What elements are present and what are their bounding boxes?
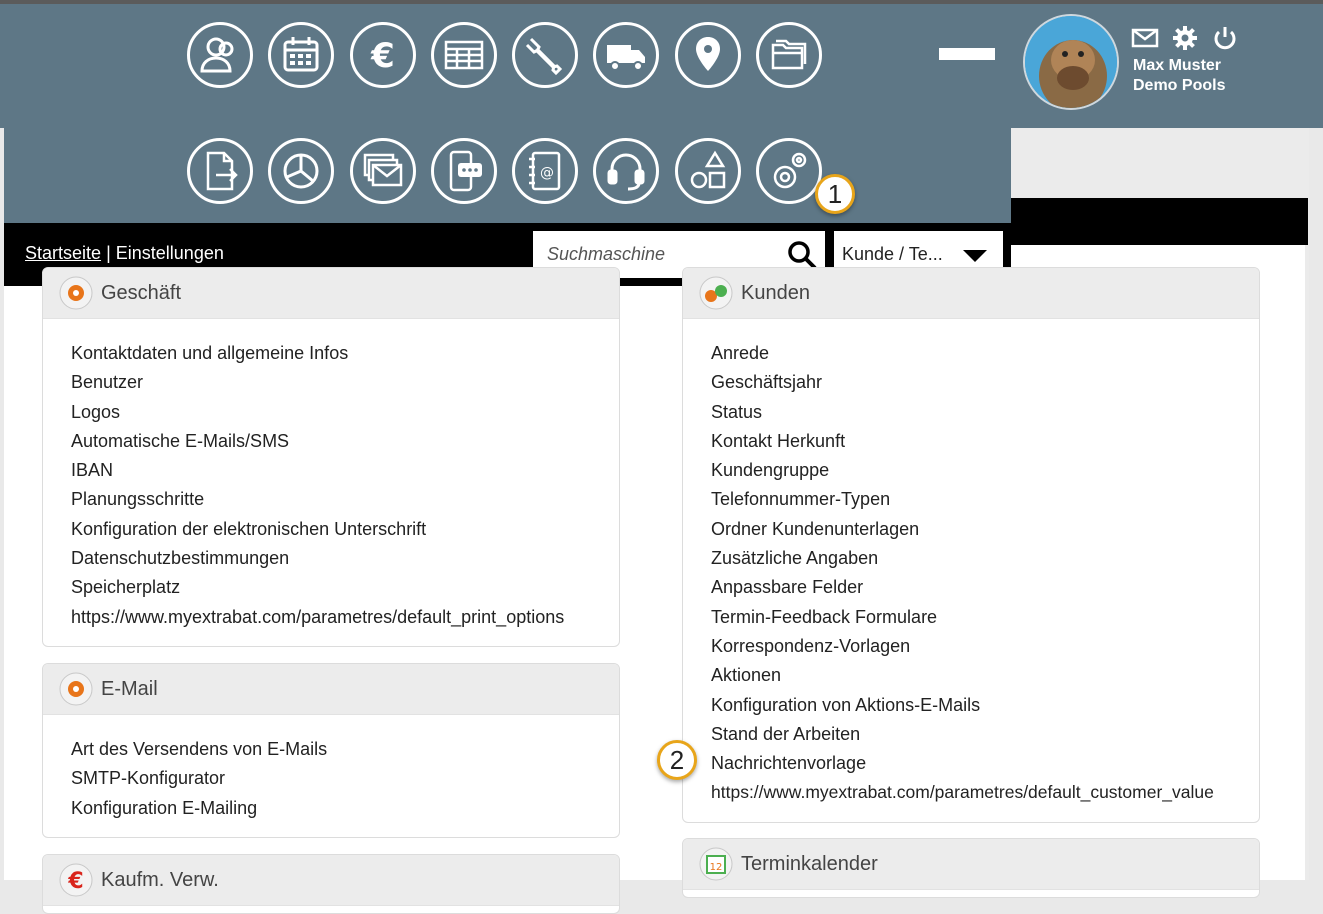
user-name: Max Muster: [1133, 57, 1222, 74]
user-company: Demo Pools: [1133, 77, 1226, 94]
address-book-icon[interactable]: @: [512, 138, 578, 204]
list-item[interactable]: Telefonnummer-Typen: [711, 485, 1259, 514]
wrench-icon[interactable]: [512, 22, 578, 88]
panel-header: Kunden: [683, 268, 1259, 319]
pie-chart-icon[interactable]: [268, 138, 334, 204]
euro-icon: €: [59, 863, 93, 897]
list-item[interactable]: Kontaktdaten und allgemeine Infos: [71, 339, 619, 368]
list-item[interactable]: Ordner Kundenunterlagen: [711, 515, 1259, 544]
settings-list: Kontaktdaten und allgemeine Infos Benutz…: [43, 319, 619, 632]
list-item[interactable]: Anrede: [711, 339, 1259, 368]
list-item[interactable]: Automatische E-Mails/SMS: [71, 427, 619, 456]
document-export-icon[interactable]: [187, 138, 253, 204]
shapes-icon[interactable]: [675, 138, 741, 204]
list-item[interactable]: IBAN: [71, 456, 619, 485]
menu-toggle-icon[interactable]: [939, 48, 995, 60]
calendar-icon: 12: [699, 847, 733, 881]
list-item[interactable]: Konfiguration der elektronischen Untersc…: [71, 515, 619, 544]
search-icon[interactable]: [787, 240, 817, 270]
list-item[interactable]: Konfiguration von Aktions-E-Mails: [711, 691, 1259, 720]
panel-title: Kaufm. Verw.: [101, 868, 219, 891]
gear-icon[interactable]: [1171, 24, 1199, 52]
mail-stack-icon[interactable]: [350, 138, 416, 204]
phone-chat-icon[interactable]: [431, 138, 497, 204]
business-gear-icon: [59, 276, 93, 310]
list-item[interactable]: Status: [711, 398, 1259, 427]
user-info: Max Muster Demo Pools: [1133, 56, 1225, 96]
list-item[interactable]: Art des Versendens von E-Mails: [71, 735, 619, 764]
user-actions: [1131, 24, 1239, 52]
panel-title: Geschäft: [101, 281, 182, 304]
panel-termin: 12 Terminkalender: [682, 838, 1260, 898]
step-badge-2: 2: [657, 740, 697, 780]
panel-header: € Kaufm. Verw.: [43, 855, 619, 906]
search-input[interactable]: [545, 243, 779, 266]
svg-text:12: 12: [710, 862, 723, 873]
header-icon-row: [4, 128, 1011, 223]
breadcrumb: Startseite | Einstellungen: [25, 243, 224, 264]
power-icon[interactable]: [1211, 24, 1239, 52]
list-item[interactable]: SMTP-Konfigurator: [71, 764, 619, 793]
spreadsheet-icon[interactable]: [431, 22, 497, 88]
svg-text:€: €: [67, 869, 83, 894]
breadcrumb-separator: |: [106, 243, 111, 263]
avatar[interactable]: [1023, 14, 1119, 110]
svg-text:€: €: [370, 36, 395, 76]
step-badge-1: 1: [815, 174, 855, 214]
panel-header: Geschäft: [43, 268, 619, 319]
list-item[interactable]: Stand der Arbeiten: [711, 720, 1259, 749]
settings-gears-icon[interactable]: [756, 138, 822, 204]
svg-text:@: @: [540, 165, 554, 181]
email-gear-icon: [59, 672, 93, 706]
list-item[interactable]: Anpassbare Felder: [711, 573, 1259, 602]
euro-icon[interactable]: €: [350, 22, 416, 88]
contacts-icon[interactable]: [187, 22, 253, 88]
truck-icon[interactable]: [593, 22, 659, 88]
list-item[interactable]: Kontakt Herkunft: [711, 427, 1259, 456]
panel-kaufm: € Kaufm. Verw.: [42, 854, 620, 914]
folders-icon[interactable]: [756, 22, 822, 88]
list-item[interactable]: Nachrichtenvorlage: [711, 749, 1259, 778]
list-item[interactable]: Kundengruppe: [711, 456, 1259, 485]
list-item[interactable]: Planungsschritte: [71, 485, 619, 514]
list-item[interactable]: Speicherplatz: [71, 573, 619, 602]
calendar-icon[interactable]: [268, 22, 334, 88]
list-item[interactable]: Benutzer: [71, 368, 619, 397]
mail-icon[interactable]: [1131, 24, 1159, 52]
panel-title: Kunden: [741, 281, 810, 304]
headset-icon[interactable]: [593, 138, 659, 204]
list-item[interactable]: Termin-Feedback Formulare: [711, 603, 1259, 632]
panel-kunden: Kunden Anrede Geschäftsjahr Status Konta…: [682, 267, 1260, 823]
list-item[interactable]: Geschäftsjahr: [711, 368, 1259, 397]
list-item[interactable]: Zusätzliche Angaben: [711, 544, 1259, 573]
list-item[interactable]: Aktionen: [711, 661, 1259, 690]
breadcrumb-home-link[interactable]: Startseite: [25, 243, 101, 263]
panel-email: E-Mail Art des Versendens von E-Mails SM…: [42, 663, 620, 838]
location-pin-icon[interactable]: [675, 22, 741, 88]
panel-geschaeft: Geschäft Kontaktdaten und allgemeine Inf…: [42, 267, 620, 647]
customers-icon: [699, 276, 733, 310]
header-strip: [1008, 198, 1308, 245]
panel-title: E-Mail: [101, 677, 158, 700]
panel-header: 12 Terminkalender: [683, 839, 1259, 890]
settings-list: Anrede Geschäftsjahr Status Kontakt Herk…: [683, 319, 1259, 808]
panel-header: E-Mail: [43, 664, 619, 715]
search-scope-value: Kunde / Te...: [842, 244, 943, 264]
list-item[interactable]: Logos: [71, 398, 619, 427]
list-item[interactable]: https://www.myextrabat.com/parametres/de…: [711, 778, 1259, 807]
list-item[interactable]: Korrespondenz-Vorlagen: [711, 632, 1259, 661]
list-item[interactable]: Datenschutzbestimmungen: [71, 544, 619, 573]
chevron-down-icon: [963, 250, 987, 262]
list-item[interactable]: Konfiguration E-Mailing: [71, 794, 619, 823]
panel-title: Terminkalender: [741, 852, 878, 875]
breadcrumb-current: Einstellungen: [115, 243, 224, 263]
list-item[interactable]: https://www.myextrabat.com/parametres/de…: [71, 603, 619, 632]
settings-list: Art des Versendens von E-Mails SMTP-Konf…: [43, 715, 619, 823]
